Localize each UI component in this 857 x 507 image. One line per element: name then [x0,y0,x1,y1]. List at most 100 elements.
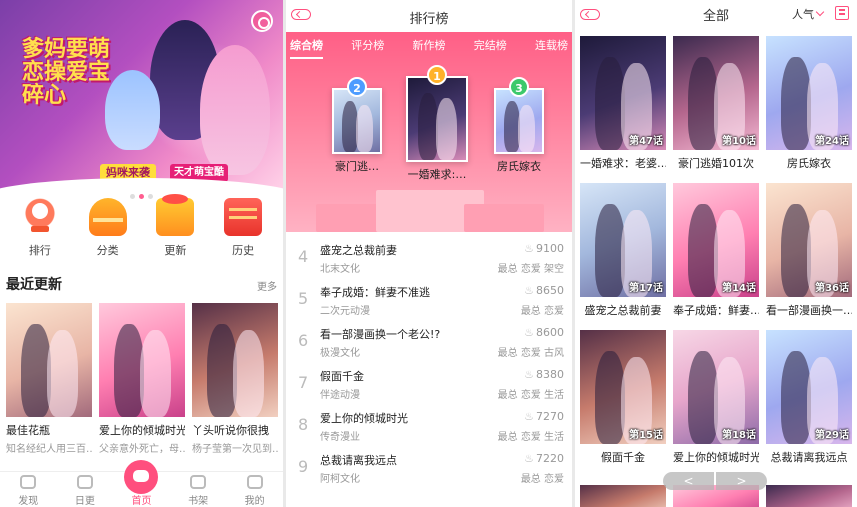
all-header: 全部 人气 [575,0,857,28]
book-author: 二次元动漫 [320,306,370,317]
tab-finished[interactable]: 完结榜 [474,37,507,59]
rank-1-book[interactable]: 1 一婚难求:… [406,65,468,182]
comic-card[interactable]: 第14话 奉子成婚：鲜妻… [673,183,759,318]
book-tags: 最总 恋爱 架空 [497,264,564,275]
book-cover: 2 [332,77,382,154]
tab-daily[interactable]: 日更 [57,472,114,507]
book-tags: 最总 恋爱 生活 [497,432,564,443]
book-cover [6,303,92,417]
tab-mine[interactable]: 我的 [226,472,283,507]
ranking-row[interactable]: 5 奉子成婚：鲜妻不准逃 二次元动漫 8650 最总 恋爱 [286,278,572,320]
ranking-row[interactable]: 8 爱上你的倾城时光 传奇漫业 7270 最总 恋爱 生活 [286,404,572,446]
ranking-row[interactable]: 7 假面千金 伴途动漫 8380 最总 恋爱 生活 [286,362,572,404]
pager: < > [663,472,767,490]
prev-button[interactable]: < [663,472,714,490]
nav-history[interactable]: 历史 [213,198,273,258]
book-cover: 第24话 [766,36,852,150]
book-author: 传奇漫业 [320,432,360,443]
tab-score[interactable]: 评分榜 [351,37,384,59]
sort-dropdown[interactable]: 人气 [792,6,823,22]
book-cover: 第18话 [673,330,759,444]
home-banner[interactable]: 爹妈要萌恋操爱宝碎心 妈咪来袭 天才萌宝酷 [0,0,283,190]
tab-new[interactable]: 新作榜 [413,37,446,59]
tab-bookshelf[interactable]: 书架 [170,472,227,507]
book-card[interactable]: 爱上你的倾城时光 父亲意外死亡，母… [99,303,185,455]
nav-update[interactable]: 更新 [145,194,205,258]
ranking-row[interactable]: 6 看一部漫画换一个老公!? 极漫文化 8600 最总 恋爱 古风 [286,320,572,362]
nav-category[interactable]: 分类 [78,198,138,258]
tab-serial[interactable]: 连载榜 [535,37,568,59]
chapter-badge: 第10话 [722,136,756,147]
book-title: 看一部漫画换一… [766,304,852,317]
book-cover: 3 [494,77,544,154]
book-title: 爱上你的倾城时光 [320,412,408,425]
comic-card[interactable]: 第29话 总裁请离我远点 [766,330,852,465]
category-nav: 排行 分类 更新 历史 [0,194,283,258]
rank-number: 8 [298,415,309,434]
recent-updates-list: 最佳花瓶 知名经纪人用三百… 爱上你的倾城时光 父亲意外死亡，母… 丫头听说你很… [6,303,278,455]
book-cover: 第29话 [766,330,852,444]
book-card[interactable]: 丫头听说你很拽 杨子莹第一次见到… [192,303,278,455]
more-link[interactable]: 更多 [257,278,277,293]
book-desc: 杨子莹第一次见到… [192,444,278,455]
update-icon [156,194,195,236]
hot-count: 7270 [524,410,564,423]
chapter-badge: 第18话 [722,430,756,441]
comic-card[interactable]: 第47话 一婚难求：老婆… [580,36,666,171]
chapter-badge: 第17话 [629,283,663,294]
nav-label: 更新 [164,244,187,257]
book-title: 豪门逃婚101次 [678,157,754,170]
ranking-row[interactable]: 9 总裁请离我远点 阿柯文化 7220 最总 恋爱 [286,446,572,488]
book-author: 北末文化 [320,264,360,275]
chapter-badge: 第36话 [815,283,849,294]
comic-card[interactable]: 第10话 豪门逃婚101次 [673,36,759,171]
rank-2-book[interactable]: 2 豪门逃… [332,77,382,174]
book-author: 伴途动漫 [320,390,360,401]
all-comics-screen: 全部 人气 第47话 一婚难求：老婆… 第10话 豪门逃婚101次 第24话 房… [575,0,857,507]
comic-card[interactable]: 第36话 看一部漫画换一… [766,183,852,318]
book-cover: 1 [406,65,468,162]
book-cover: 第10话 [673,36,759,150]
rank-number: 6 [298,331,309,350]
book-tags: 最总 恋爱 生活 [497,390,564,401]
rank-number: 9 [298,457,309,476]
book-title: 一婚难求：老婆… [580,157,666,170]
book-title: 假面千金 [320,370,364,383]
filter-icon[interactable] [835,6,849,20]
recent-updates-header: 最近更新 更多 [6,274,277,298]
ranking-header: 排行榜 [286,0,572,32]
medal-icon: 1 [427,65,447,85]
comic-card[interactable]: 第24话 房氏嫁衣 [766,36,852,171]
search-icon[interactable] [251,10,273,32]
next-button[interactable]: > [716,472,767,490]
nav-rank[interactable]: 排行 [10,198,70,258]
book-tags: 最总 恋爱 [520,306,564,317]
comic-card[interactable]: 第18话 爱上你的倾城时光 [673,330,759,465]
home-screen: 爹妈要萌恋操爱宝碎心 妈咪来袭 天才萌宝酷 排行 分类 更新 历史 最近更新 更… [0,0,283,507]
nav-label: 排行 [28,244,51,257]
book-card[interactable]: 最佳花瓶 知名经纪人用三百… [6,303,92,455]
book-tags: 最总 恋爱 古风 [497,348,564,359]
book-cover [192,303,278,417]
book-tags: 最总 恋爱 [520,474,564,485]
chapter-badge: 第29话 [815,430,849,441]
book-title: 盛宠之总裁前妻 [320,244,397,257]
book-title: 丫头听说你很拽 [192,424,269,437]
chapter-badge: 第47话 [629,136,663,147]
book-author: 极漫文化 [320,348,360,359]
comic-card[interactable]: 第15话 假面千金 [580,330,666,465]
rank-3-book[interactable]: 3 房氏嫁衣 [494,77,544,174]
book-title: 总裁请离我远点 [770,451,848,464]
book-cover: 第17话 [580,183,666,297]
rank-number: 5 [298,289,309,308]
comic-card[interactable]: 第17话 盛宠之总裁前妻 [580,183,666,318]
tab-home[interactable]: 首页 [113,460,170,507]
ranking-row[interactable]: 4 盛宠之总裁前妻 北末文化 9100 最总 恋爱 架空 [286,236,572,278]
book-title: 看一部漫画换一个老公!? [320,328,441,341]
hot-count: 8650 [524,284,564,297]
tab-overall[interactable]: 综合榜 [290,37,323,59]
rank-number: 7 [298,373,309,392]
section-title: 最近更新 [6,277,62,293]
book-cover: 第36话 [766,183,852,297]
tab-discover[interactable]: 发现 [0,472,57,507]
